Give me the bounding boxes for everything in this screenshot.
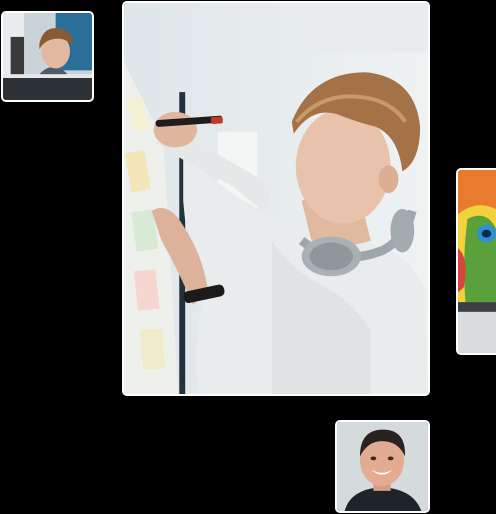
photo-tile-smiling-man: [335, 420, 430, 513]
smiling-man-image: [337, 422, 428, 511]
photo-tile-colorful-illustration: [456, 168, 496, 355]
man-at-desk-image: [3, 13, 92, 100]
photo-tile-man-writing-on-board: [122, 1, 430, 396]
man-writing-image: [124, 3, 428, 394]
photo-tile-man-at-desk: [1, 11, 94, 102]
colorful-illustration-image: [458, 170, 496, 353]
